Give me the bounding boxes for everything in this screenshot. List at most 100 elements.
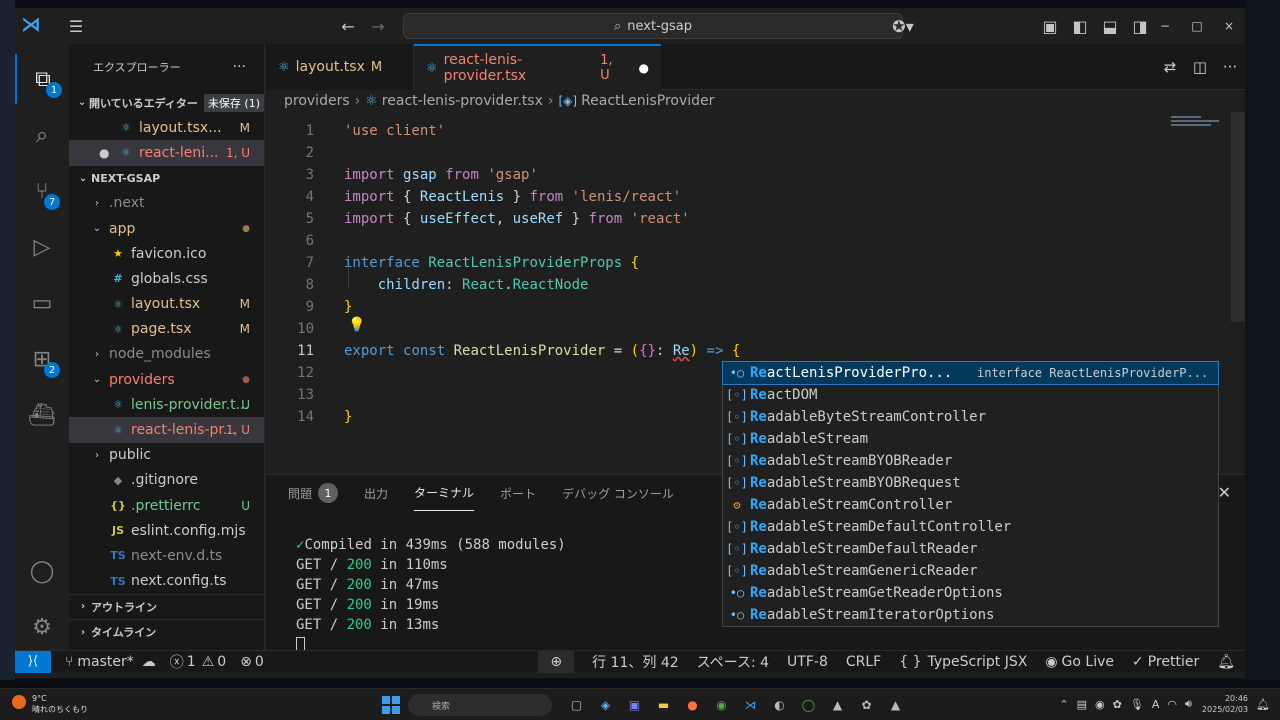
command-center-search[interactable]: ⌕ next-gsap — [403, 13, 903, 39]
microphone-icon[interactable]: 🎙︎ — [1130, 698, 1144, 711]
minimize-button[interactable]: − — [1149, 8, 1181, 44]
tab-debug-console[interactable]: デバッグ コンソール — [562, 475, 674, 511]
maximize-button[interactable]: □ — [1181, 8, 1213, 44]
more-actions-icon[interactable]: ··· — [1215, 58, 1245, 76]
vscode-taskbar-icon[interactable]: ⋊ — [736, 695, 765, 715]
compare-changes-icon[interactable]: ⇄ — [1155, 58, 1185, 76]
tree-file[interactable]: TS next-env.d.ts — [69, 543, 264, 568]
suggestion-item[interactable]: [◦] Re adableStream — [723, 428, 1218, 450]
chevron-up-icon[interactable]: ⌃ — [1059, 698, 1068, 711]
windows-start-icon[interactable] — [382, 696, 400, 714]
indentation[interactable]: スペース: 4 — [697, 652, 769, 672]
split-editor-icon[interactable]: ◫ — [1185, 58, 1215, 76]
explorer-activity[interactable]: ⧉ 1 — [15, 54, 69, 104]
remote-indicator-icon[interactable]: ⟩⟨ — [15, 650, 51, 673]
bell-icon[interactable]: 🔔︎ — [1217, 654, 1235, 670]
suggest-widget[interactable]: •○ Re actLenisProviderPro... interface Reac… — [722, 361, 1219, 627]
zoom-icon[interactable]: ⊕ — [538, 651, 575, 673]
weather-widget[interactable]: 9°C 晴れのちくもり — [12, 693, 88, 715]
accounts-activity[interactable]: ◯ — [15, 546, 69, 596]
manage-activity[interactable]: ⚙ — [15, 602, 69, 652]
suggestion-item[interactable]: [◦] Re adableStreamDefaultReader — [723, 538, 1218, 560]
prettier[interactable]: ✓ Prettier — [1132, 654, 1199, 670]
close-window-button[interactable]: × — [1213, 8, 1245, 44]
tab-terminal[interactable]: ターミナル — [414, 475, 475, 511]
ime-indicator[interactable]: A — [1152, 698, 1160, 711]
tree-folder[interactable]: ⌄ app ● — [69, 216, 264, 241]
breadcrumb-file[interactable]: react-lenis-provider.tsx — [382, 93, 543, 109]
tree-file[interactable]: ⚛ react-lenis-pr... 1, U — [69, 417, 264, 443]
xbox-icon[interactable]: ◯ — [794, 695, 823, 715]
unsaved-dot-icon[interactable]: ● — [639, 61, 649, 75]
tree-folder[interactable]: › .next — [69, 191, 264, 216]
git-branch[interactable]: ⑂ master* ☁ — [65, 654, 156, 670]
cursor-position[interactable]: 行 11、列 42 — [592, 652, 679, 672]
end-of-line[interactable]: CRLF — [846, 654, 881, 670]
close-icon[interactable]: ✕ — [1218, 483, 1231, 502]
search-activity[interactable]: ⌕ — [15, 110, 69, 160]
tab-output[interactable]: 出力 — [364, 475, 388, 511]
suggestion-item[interactable]: [◦] Re adableByteStreamController — [723, 406, 1218, 428]
tree-file[interactable]: # globals.css — [69, 266, 264, 291]
tree-folder[interactable]: › node_modules — [69, 342, 264, 367]
chrome-icon[interactable]: ◉ — [707, 695, 736, 715]
toggle-primary-sidebar-icon[interactable]: ◧ — [1065, 11, 1095, 41]
minimap[interactable] — [1171, 116, 1231, 136]
tab-ports[interactable]: ポート — [500, 475, 536, 511]
customize-layout-icon[interactable]: ▣ — [1035, 11, 1065, 41]
tree-file[interactable]: {} .prettierrc U — [69, 493, 264, 518]
forward-arrow-icon[interactable]: → — [363, 11, 393, 41]
suggestion-item[interactable]: [◦] Re adableStreamDefaultController — [723, 516, 1218, 538]
lightbulb-icon[interactable]: 💡 — [348, 317, 365, 333]
suggestion-item[interactable]: •○ Re adableStreamGetReaderOptions — [723, 582, 1218, 604]
tree-file[interactable]: ⚛ page.tsx M — [69, 317, 264, 342]
suggestion-item[interactable]: •○ Re actLenisProviderPro... interface Reac… — [722, 361, 1219, 385]
copilot-app-icon[interactable]: ◈ — [591, 695, 620, 715]
suggestion-item[interactable]: •○ Re adableStreamIteratorOptions — [723, 604, 1218, 626]
teams-icon[interactable]: ▣ — [620, 695, 649, 715]
toggle-panel-icon[interactable]: ⬓ — [1095, 11, 1125, 41]
task-view-icon[interactable]: ▢ — [562, 695, 591, 715]
back-arrow-icon[interactable]: ← — [333, 11, 363, 41]
breadcrumb-folder[interactable]: providers — [284, 93, 350, 109]
tree-file[interactable]: ★ favicon.ico — [69, 241, 264, 266]
tree-folder[interactable]: › public — [69, 443, 264, 468]
suggestion-item[interactable]: [◦] Re adableStreamGenericReader — [723, 560, 1218, 582]
suggestion-item[interactable]: [◦] Re adableStreamBYOBRequest — [723, 472, 1218, 494]
menu-icon[interactable]: ☰ — [61, 11, 91, 41]
tab-layout[interactable]: ⚛ layout.tsx M — [266, 44, 414, 90]
suggestion-item[interactable]: ⚙ Re adableStreamController — [723, 494, 1218, 516]
source-control-activity[interactable]: ⑂ 7 — [15, 166, 69, 216]
file-explorer-icon[interactable]: ▬ — [649, 695, 678, 715]
clock[interactable]: 20:46 2025/02/03 — [1202, 693, 1248, 715]
chatgpt-icon[interactable]: ✿ — [852, 695, 881, 715]
app-icon[interactable]: ▲ — [823, 695, 852, 715]
terminal-output[interactable]: ✓Compiled in 439ms (588 modules) GET / 2… — [296, 535, 566, 655]
tray-app-icon[interactable]: ✿ — [1113, 698, 1122, 711]
suggestion-item[interactable]: [◦] Re actDOM — [723, 384, 1218, 406]
tree-file[interactable]: ⚛ layout.tsx M — [69, 292, 264, 317]
tab-react-lenis-provider[interactable]: ⚛ react-lenis-provider.tsx 1, U ● — [414, 44, 661, 90]
open-editors-section[interactable]: ⌄ 開いているエディター 未保存 (1) — [69, 90, 264, 115]
docker-activity[interactable]: ⛴ — [15, 390, 69, 440]
encoding[interactable]: UTF-8 — [787, 654, 828, 670]
run-debug-activity[interactable]: ▷ — [15, 222, 69, 272]
problems-status[interactable]: ⓧ 1 ⚠ 0 — [170, 652, 226, 672]
more-actions-icon[interactable]: ··· — [233, 59, 246, 75]
copilot-icon[interactable]: ✪▾ — [883, 11, 923, 41]
tray-app-icon[interactable]: ◉ — [1095, 698, 1105, 711]
tray-app-icon[interactable]: ▤ — [1077, 698, 1087, 711]
tab-problems[interactable]: 問題 1 — [288, 475, 339, 511]
taskbar-search[interactable]: 検索 — [408, 694, 552, 716]
project-section[interactable]: ⌄ NEXT-GSAP — [69, 166, 264, 191]
remote-explorer-activity[interactable]: ▭ — [15, 278, 69, 328]
tree-file[interactable]: ⚛ lenis-provider.t... U — [69, 392, 264, 417]
ports-status[interactable]: ⊗ 0 — [240, 654, 264, 670]
open-editor-item[interactable]: ⚛ layout.tsx... M — [69, 115, 264, 140]
app-icon[interactable]: ▲ — [881, 695, 910, 715]
tree-folder[interactable]: ⌄ providers ● — [69, 367, 264, 392]
wifi-icon[interactable]: ◠ — [1167, 698, 1177, 711]
notification-bell-icon[interactable]: 🔔︎ — [1256, 698, 1270, 711]
extensions-activity[interactable]: ⊞ 2 — [15, 334, 69, 384]
open-editor-item[interactable]: ● ⚛ react-leni... 1, U — [69, 140, 264, 166]
